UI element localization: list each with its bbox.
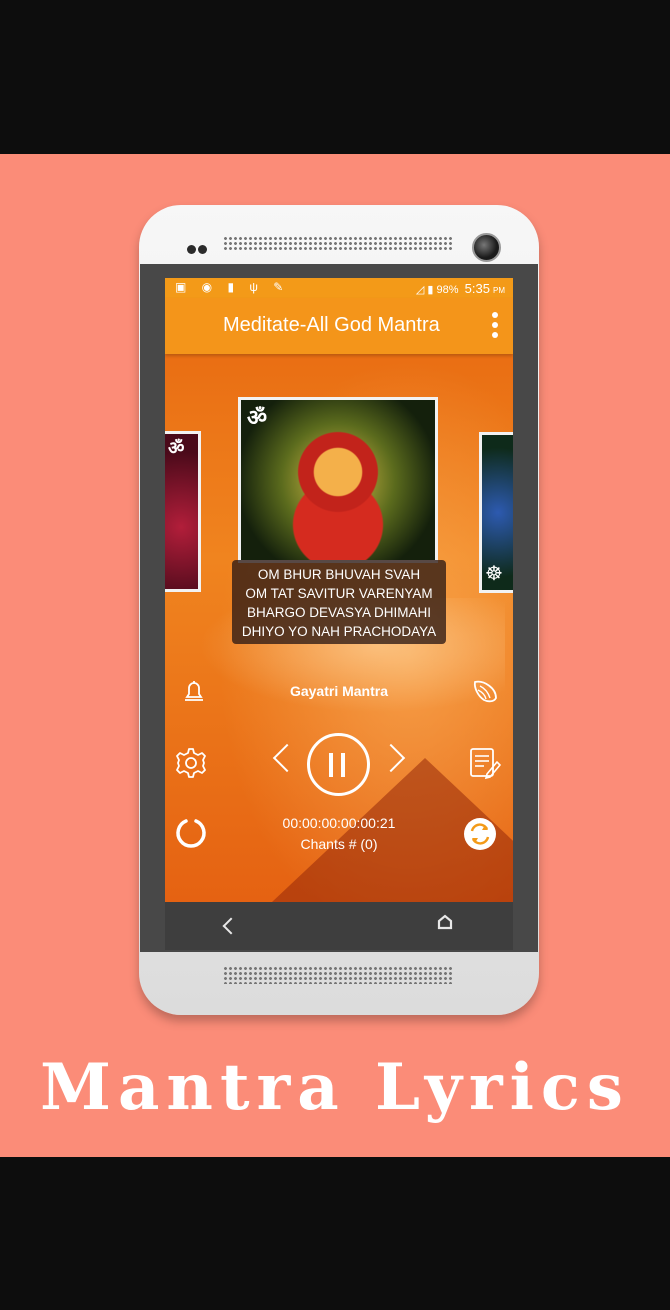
shuffle-icon[interactable] — [463, 817, 497, 851]
app-title: Meditate-All God Mantra — [223, 314, 440, 336]
app-screen: ▣ ◉ ▮ ψ ✎ ◿ ▮ 98% 5:35 PM Meditate-All G… — [165, 278, 513, 902]
clock-time: 5:35 — [464, 281, 490, 296]
front-camera — [472, 233, 501, 262]
lyric-line: DHIYO YO NAH PRACHODAYA — [241, 624, 437, 639]
pause-button[interactable] — [307, 733, 370, 796]
pause-icon — [341, 753, 345, 777]
signal-icon: ◿ ▮ — [415, 284, 434, 296]
top-speaker-grille — [223, 236, 453, 252]
clock-ampm: PM — [493, 286, 505, 295]
elapsed-timer: 00:00:00:00:00:21 — [282, 815, 396, 831]
carousel-card-previous[interactable]: ॐ — [165, 431, 201, 592]
notification-icons: ▣ ◉ ▮ ψ ✎ — [175, 280, 290, 294]
android-nav-bar — [165, 902, 513, 950]
lyric-line: OM TAT SAVITUR VARENYAM — [245, 586, 433, 601]
carousel-card-current[interactable]: ॐ — [238, 397, 438, 563]
om-symbol: ॐ — [168, 438, 185, 458]
status-bar: ▣ ◉ ▮ ψ ✎ ◿ ▮ 98% 5:35 PM — [165, 278, 513, 298]
conch-icon[interactable] — [470, 676, 500, 706]
status-right: ◿ ▮ 98% 5:35 PM — [416, 281, 505, 296]
bottom-speaker-grille — [223, 966, 453, 984]
carousel-card-next[interactable]: ☸ — [479, 432, 513, 593]
overflow-menu-icon[interactable] — [491, 312, 499, 340]
notes-icon[interactable] — [467, 746, 501, 780]
home-icon[interactable] — [437, 914, 453, 930]
track-title: Gayatri Mantra — [289, 683, 389, 699]
om-symbol: ॐ — [247, 405, 268, 430]
gear-icon[interactable] — [174, 746, 208, 780]
promo-caption: Mantra Lyrics — [40, 1050, 630, 1125]
battery-level: 98% — [436, 284, 459, 296]
chant-counter: Chants # (0) — [300, 836, 378, 852]
back-icon[interactable] — [222, 917, 240, 935]
pause-icon — [329, 753, 333, 777]
lyrics-box: OM BHUR BHUVAH SVAH OM TAT SAVITUR VAREN… — [232, 560, 446, 644]
lyric-line: OM BHUR BHUVAH SVAH — [257, 567, 421, 582]
sensor-dots — [187, 241, 209, 259]
lyric-line: BHARGO DEVASYA DHIMAHI — [246, 605, 432, 620]
app-bar: Meditate-All God Mantra — [165, 298, 513, 354]
dharma-wheel-icon: ☸ — [485, 563, 503, 585]
